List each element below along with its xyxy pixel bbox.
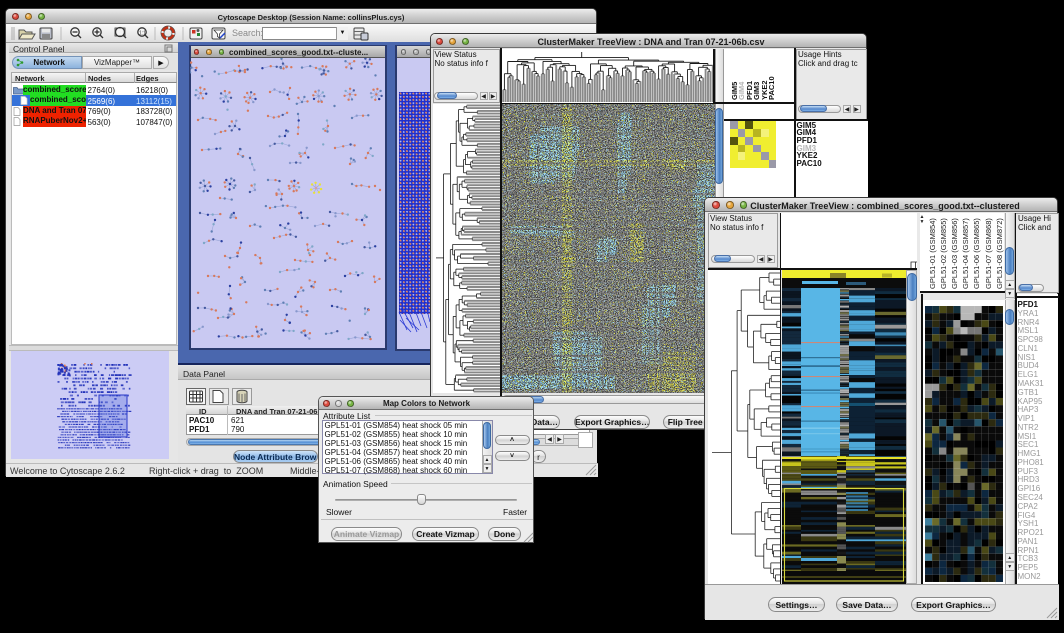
svg-text:1:1: 1:1 xyxy=(139,31,146,37)
